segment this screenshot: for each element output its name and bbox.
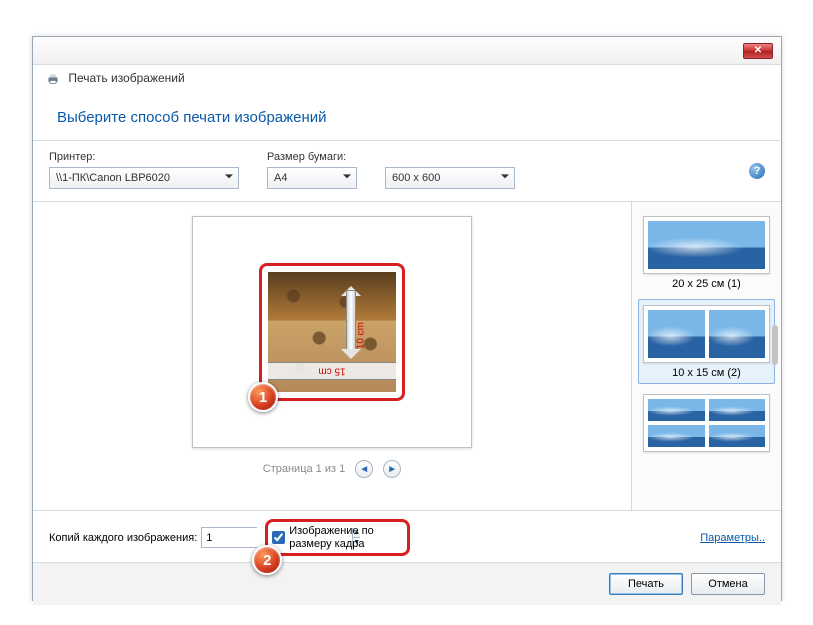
layout-label: 20 x 25 см (1) — [643, 278, 770, 290]
print-dialog: Печать изображений Выберите способ печат… — [32, 36, 782, 601]
dialog-title: Печать изображений — [68, 71, 184, 85]
cancel-button[interactable]: Отмена — [691, 573, 765, 595]
layout-option-10x15[interactable]: 10 x 15 см (2) — [638, 299, 775, 384]
fit-to-frame-label: Изображение по размеру кадра — [289, 525, 399, 550]
layout-label: 10 x 15 см (2) — [643, 367, 770, 379]
print-options-toolbar: Принтер: \\1-ПК\Canon LBP6020 Размер бум… — [33, 141, 781, 201]
horizontal-ruler: 15 cm — [268, 362, 396, 380]
preview-area: 15 cm 10 cm 1 Страница 1 из 1 ◄ ► — [33, 202, 631, 510]
highlight-1: 15 cm 10 cm 1 — [259, 263, 405, 401]
dialog-body: 15 cm 10 cm 1 Страница 1 из 1 ◄ ► 2 — [33, 201, 781, 511]
copies-label: Копий каждого изображения: — [49, 532, 197, 544]
paper-size-select[interactable]: A4 — [267, 167, 357, 189]
print-button[interactable]: Печать — [609, 573, 683, 595]
paper-preview: 15 cm 10 cm 1 — [192, 216, 472, 448]
close-button[interactable] — [743, 43, 773, 59]
printer-label: Принтер: — [49, 151, 239, 163]
vertical-arrow: 10 cm — [342, 282, 360, 364]
dialog-subtitle: Выберите способ печати изображений — [33, 91, 781, 140]
layout-thumb — [643, 216, 770, 274]
printer-icon — [47, 73, 59, 85]
preview-thumbnail: 15 cm 10 cm — [268, 272, 396, 392]
parameters-link[interactable]: Параметры.. — [700, 532, 765, 544]
layout-sidebar[interactable]: 20 x 25 см (1) 10 x 15 см (2) — [631, 202, 781, 510]
fit-to-frame-checkbox[interactable] — [272, 531, 285, 544]
layout-thumb — [643, 394, 770, 452]
next-page-button[interactable]: ► — [383, 460, 401, 478]
highlight-2: Изображение по размеру кадра 2 — [265, 519, 410, 556]
printer-select[interactable]: \\1-ПК\Canon LBP6020 — [49, 167, 239, 189]
titlebar — [33, 37, 781, 65]
paper-label: Размер бумаги: — [267, 151, 357, 163]
prev-page-button[interactable]: ◄ — [355, 460, 373, 478]
callout-badge-1: 1 — [248, 382, 278, 412]
layout-option-20x25[interactable]: 20 x 25 см (1) — [638, 210, 775, 295]
dialog-footer: Печать Отмена — [33, 562, 781, 605]
page-navigation: Страница 1 из 1 ◄ ► — [263, 460, 401, 478]
dialog-header: Печать изображений — [33, 65, 781, 91]
copies-spinner: ▲ ▼ — [201, 527, 257, 548]
layout-thumb — [643, 305, 770, 363]
bottom-bar: Копий каждого изображения: ▲ ▼ Изображен… — [33, 511, 781, 562]
resolution-select[interactable]: 600 x 600 — [385, 167, 515, 189]
page-info-label: Страница 1 из 1 — [263, 463, 345, 475]
help-icon[interactable]: ? — [749, 163, 765, 179]
layout-option-grid4[interactable] — [638, 388, 775, 461]
